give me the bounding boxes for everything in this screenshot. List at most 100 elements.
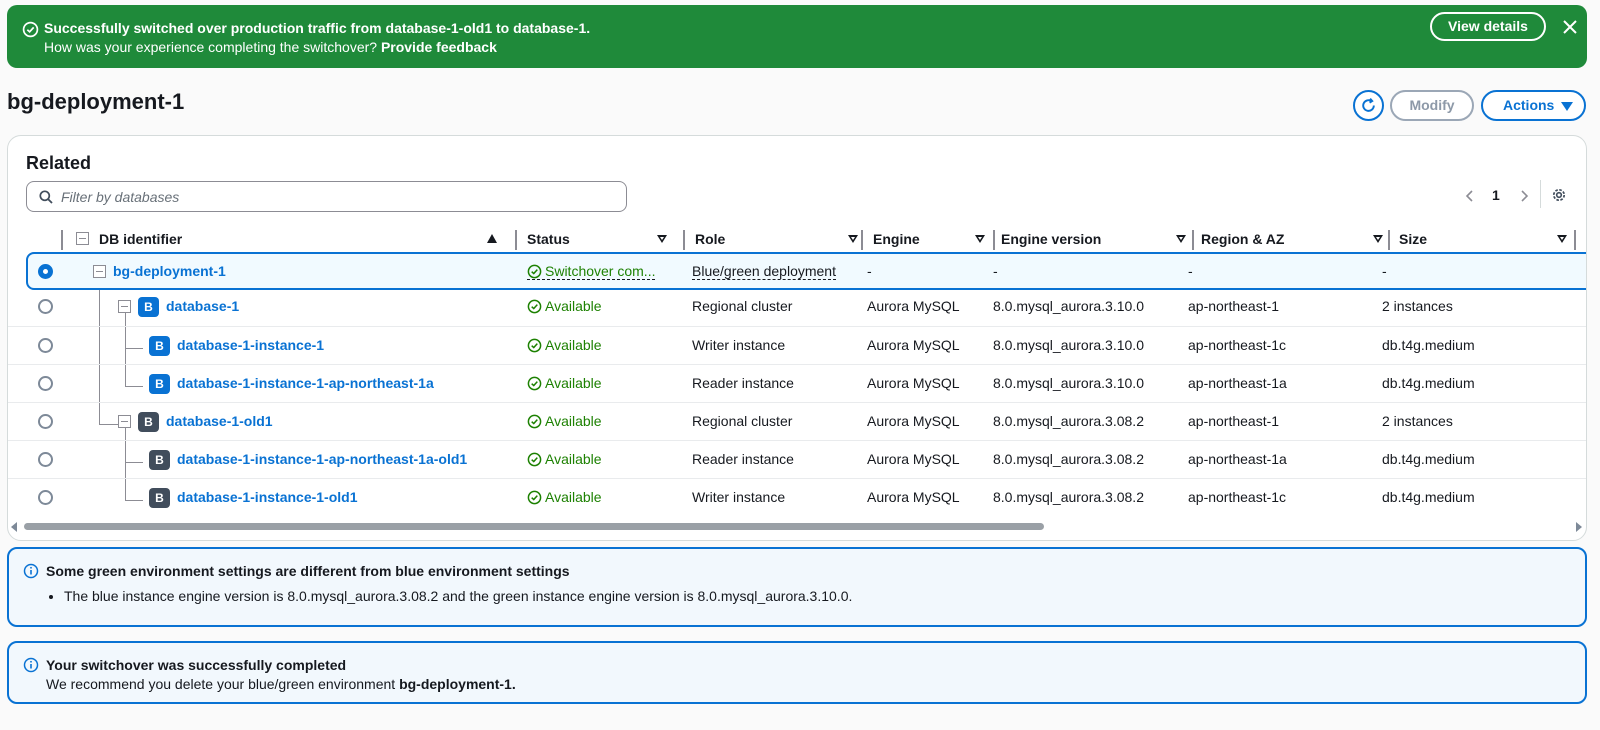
db-identifier-link[interactable]: database-1-instance-1-ap-northeast-1a [177, 375, 434, 391]
alert-bullet: The blue instance engine version is 8.0.… [64, 588, 852, 604]
column-size-label: Size [1399, 231, 1428, 247]
close-icon[interactable] [1560, 17, 1580, 37]
check-circle-icon [527, 264, 542, 279]
chevron-left-icon[interactable] [1463, 188, 1477, 204]
row-radio[interactable] [38, 414, 53, 429]
column-divider[interactable] [683, 230, 685, 250]
size-cell: db.t4g.medium [1382, 451, 1475, 467]
column-divider[interactable] [1574, 230, 1576, 250]
check-circle-icon [527, 414, 542, 429]
collapse-icon[interactable] [93, 265, 106, 278]
scroll-right-arrow-icon[interactable] [1576, 522, 1582, 532]
table-row-selected[interactable]: bg-deployment-1 Switchover com... Blue/g… [26, 252, 1586, 290]
info-icon [23, 563, 39, 579]
table-row[interactable]: B database-1-old1 Available Regional clu… [8, 402, 1586, 440]
table-row[interactable]: B database-1-instance-1-old1 Available W… [8, 478, 1586, 516]
banner-question: How was your experience completing the s… [44, 39, 497, 55]
row-radio[interactable] [38, 452, 53, 467]
sort-icon [1373, 235, 1383, 243]
filter-input[interactable] [61, 186, 611, 208]
current-page[interactable]: 1 [1492, 187, 1500, 203]
size-cell: db.t4g.medium [1382, 489, 1475, 505]
engine-version-cell: 8.0.mysql_aurora.3.10.0 [993, 375, 1144, 391]
caret-down-icon [1561, 102, 1573, 111]
row-radio[interactable] [38, 338, 53, 353]
column-status-label: Status [527, 231, 570, 247]
sort-ascending-icon [487, 234, 497, 243]
dark-badge-icon: B [149, 450, 170, 470]
table-row[interactable]: B database-1 Available Regional cluster … [8, 288, 1586, 326]
filter-field[interactable] [26, 181, 627, 212]
info-icon [23, 657, 39, 673]
row-radio-selected[interactable] [38, 264, 53, 279]
engine-cell: Aurora MySQL [867, 375, 960, 391]
status-text: Switchover com... [545, 263, 656, 279]
row-radio[interactable] [38, 376, 53, 391]
search-icon [39, 190, 53, 204]
db-identifier-link[interactable]: database-1-instance-1-ap-northeast-1a-ol… [177, 451, 467, 467]
role-cell: Regional cluster [692, 298, 793, 314]
table-row[interactable]: B database-1-instance-1-ap-northeast-1a … [8, 364, 1586, 402]
role-cell: Writer instance [692, 337, 786, 353]
role-cell[interactable]: Blue/green deployment [692, 263, 836, 280]
db-identifier-link[interactable]: database-1-instance-1-old1 [177, 489, 358, 505]
provide-feedback-link[interactable]: Provide feedback [381, 39, 497, 55]
column-divider[interactable] [61, 230, 63, 250]
region-cell: ap-northeast-1c [1188, 489, 1287, 505]
status-text: Available [545, 451, 602, 467]
column-divider[interactable] [1388, 230, 1390, 250]
status-cell: Available [527, 298, 602, 314]
gear-icon[interactable] [1550, 186, 1568, 204]
row-radio[interactable] [38, 299, 53, 314]
alert-body-text: We recommend you delete your blue/green … [46, 676, 396, 692]
status-value[interactable]: Switchover com... [527, 263, 656, 280]
modify-button[interactable]: Modify [1390, 90, 1474, 121]
status-text: Available [545, 298, 602, 314]
engine-version-cell: 8.0.mysql_aurora.3.10.0 [993, 298, 1144, 314]
engine-cell: Aurora MySQL [867, 298, 960, 314]
status-cell: Available [527, 337, 602, 353]
actions-label: Actions [1503, 97, 1555, 113]
collapse-icon[interactable] [118, 415, 131, 428]
table-row[interactable]: B database-1-instance-1-ap-northeast-1a-… [8, 440, 1586, 478]
engine-cell: Aurora MySQL [867, 337, 960, 353]
db-identifier-link[interactable]: database-1-instance-1 [177, 337, 324, 353]
size-cell: db.t4g.medium [1382, 337, 1475, 353]
column-divider[interactable] [861, 230, 863, 250]
alert-body-deployment-name: bg-deployment-1. [399, 676, 516, 692]
column-divider[interactable] [993, 230, 995, 250]
banner-title: Successfully switched over production tr… [44, 20, 591, 36]
region-cell: ap-northeast-1c [1188, 337, 1287, 353]
collapse-icon[interactable] [118, 300, 131, 313]
page-title: bg-deployment-1 [7, 89, 185, 114]
view-details-button[interactable]: View details [1430, 12, 1546, 41]
refresh-button[interactable] [1353, 90, 1384, 121]
status-cell: Switchover com... [527, 263, 656, 280]
column-db-identifier-label: DB identifier [99, 231, 183, 247]
table-row[interactable]: B database-1-instance-1 Available Writer… [8, 326, 1586, 364]
collapse-all-icon[interactable] [76, 232, 89, 245]
dark-badge-icon: B [138, 412, 159, 432]
role-cell: Writer instance [692, 489, 786, 505]
alert-body: We recommend you delete your blue/green … [46, 676, 516, 692]
horizontal-scrollbar[interactable] [24, 523, 1044, 530]
engine-cell: Aurora MySQL [867, 413, 960, 429]
status-text: Available [545, 337, 602, 353]
region-cell: ap-northeast-1 [1188, 298, 1280, 314]
db-identifier-link[interactable]: database-1 [166, 298, 239, 314]
engine-cell: - [867, 263, 872, 279]
blue-badge-icon: B [138, 297, 159, 317]
chevron-right-icon[interactable] [1517, 188, 1531, 204]
column-divider[interactable] [515, 230, 517, 250]
settings-difference-alert: Some green environment settings are diff… [7, 547, 1587, 627]
scroll-left-arrow-icon[interactable] [11, 522, 17, 532]
engine-version-cell: 8.0.mysql_aurora.3.10.0 [993, 337, 1144, 353]
engine-version-cell: 8.0.mysql_aurora.3.08.2 [993, 451, 1144, 467]
column-divider[interactable] [1192, 230, 1194, 250]
db-identifier-link[interactable]: database-1-old1 [166, 413, 273, 429]
row-radio[interactable] [38, 490, 53, 505]
role-cell: Reader instance [692, 451, 794, 467]
db-identifier-link[interactable]: bg-deployment-1 [113, 263, 226, 279]
actions-dropdown-button[interactable]: Actions [1481, 90, 1586, 121]
engine-cell: Aurora MySQL [867, 451, 960, 467]
